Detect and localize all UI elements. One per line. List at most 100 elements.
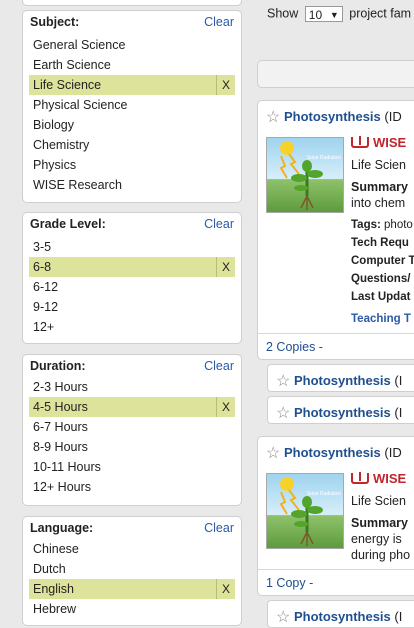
copies-link[interactable]: 2 Copies - bbox=[266, 340, 323, 354]
star-icon[interactable]: ☆ bbox=[266, 445, 280, 462]
subject-remove-button[interactable]: X bbox=[216, 75, 235, 95]
project-thumbnail[interactable]: Solar Radiation bbox=[266, 473, 344, 549]
copy-title-link[interactable]: Photosynthesis bbox=[294, 405, 391, 420]
results-toolbar bbox=[257, 60, 414, 88]
language-option-english-selected[interactable]: English X bbox=[29, 579, 235, 599]
project-source: WISE bbox=[351, 135, 406, 151]
project-subject: Life Scien bbox=[351, 158, 406, 172]
subject-selected-label: Life Science bbox=[33, 78, 102, 92]
grade-filter-header: Grade Level: Clear bbox=[23, 213, 241, 235]
subject-option-earth-science[interactable]: Earth Science bbox=[23, 55, 241, 75]
tech-requirements-label: Tech Requ bbox=[351, 237, 409, 249]
project-title-row: ☆ Photosynthesis (ID bbox=[266, 107, 402, 127]
project-card: ☆ Photosynthesis (ID Solar Radiation WIS… bbox=[257, 436, 414, 596]
teaching-tips-link[interactable]: Teaching T bbox=[351, 311, 411, 327]
chevron-down-icon: ▼ bbox=[329, 10, 339, 20]
subject-clear-link[interactable]: Clear bbox=[204, 15, 234, 29]
language-clear-link[interactable]: Clear bbox=[204, 521, 234, 535]
project-title-row: ☆ Photosynthesis (ID bbox=[266, 443, 402, 463]
duration-option-10-11-hours[interactable]: 10-11 Hours bbox=[23, 457, 241, 477]
duration-option-2-3-hours[interactable]: 2-3 Hours bbox=[23, 377, 241, 397]
questions-label: Questions/ bbox=[351, 273, 411, 285]
duration-selected-label: 4-5 Hours bbox=[33, 400, 88, 414]
subject-option-physics[interactable]: Physics bbox=[23, 155, 241, 175]
subject-option-biology[interactable]: Biology bbox=[23, 115, 241, 135]
duration-clear-link[interactable]: Clear bbox=[204, 359, 234, 373]
subject-option-life-science-selected[interactable]: Life Science X bbox=[29, 75, 235, 95]
star-icon[interactable]: ☆ bbox=[266, 109, 280, 126]
summary-text: energy is bbox=[351, 532, 402, 546]
per-page-suffix: project fam bbox=[349, 6, 412, 21]
plant-sun-illustration bbox=[279, 477, 323, 546]
copy-row[interactable]: ☆ Photosynthesis (I bbox=[267, 600, 414, 628]
filter-sidebar: Subject: Clear General Science Earth Sci… bbox=[0, 0, 252, 626]
grade-option-3-5[interactable]: 3-5 bbox=[23, 237, 241, 257]
per-page-control: Show 10 ▼ project fam bbox=[267, 6, 411, 22]
language-selected-label: English bbox=[33, 582, 74, 596]
per-page-value: 10 bbox=[308, 8, 323, 22]
copies-link[interactable]: 1 Copy - bbox=[266, 576, 313, 590]
subject-filter-header: Subject: Clear bbox=[23, 11, 241, 33]
language-option-hebrew[interactable]: Hebrew bbox=[23, 599, 241, 619]
subject-filter-panel: Subject: Clear General Science Earth Sci… bbox=[22, 10, 242, 203]
duration-option-8-9-hours[interactable]: 8-9 Hours bbox=[23, 437, 241, 457]
results-column: Show 10 ▼ project fam ☆ Photosynthesis (… bbox=[252, 0, 414, 628]
duration-remove-button[interactable]: X bbox=[216, 397, 235, 417]
last-updated-label: Last Updat bbox=[351, 291, 411, 303]
tags-row: Tags: photo bbox=[351, 217, 413, 233]
copy-id: (I bbox=[394, 405, 403, 420]
previous-panel-edge bbox=[22, 0, 242, 6]
duration-option-12-plus-hours[interactable]: 12+ Hours bbox=[23, 477, 241, 497]
star-icon[interactable]: ☆ bbox=[276, 405, 290, 422]
project-id: (ID bbox=[384, 445, 402, 460]
language-filter-panel: Language: Clear Chinese Dutch English X … bbox=[22, 516, 242, 626]
project-thumbnail[interactable]: Solar Radiation bbox=[266, 137, 344, 213]
grade-selected-label: 6-8 bbox=[33, 260, 52, 274]
book-icon bbox=[351, 472, 369, 484]
copy-row[interactable]: ☆ Photosynthesis (I bbox=[267, 396, 414, 424]
duration-option-6-7-hours[interactable]: 6-7 Hours bbox=[23, 417, 241, 437]
language-filter-title: Language: bbox=[30, 521, 94, 535]
project-title-link[interactable]: Photosynthesis bbox=[284, 109, 381, 124]
book-icon bbox=[351, 136, 369, 148]
thumbnail-caption: Solar Radiation bbox=[307, 491, 342, 497]
summary-label: Summary bbox=[351, 516, 408, 530]
duration-option-4-5-hours-selected[interactable]: 4-5 Hours X bbox=[29, 397, 235, 417]
project-title-link[interactable]: Photosynthesis bbox=[284, 445, 381, 460]
copy-id: (I bbox=[394, 373, 403, 388]
grade-option-12-plus[interactable]: 12+ bbox=[23, 317, 241, 337]
grade-option-6-12[interactable]: 6-12 bbox=[23, 277, 241, 297]
card-divider bbox=[258, 333, 414, 334]
grade-option-6-8-selected[interactable]: 6-8 X bbox=[29, 257, 235, 277]
summary-label: Summary bbox=[351, 180, 408, 194]
subject-option-physical-science[interactable]: Physical Science bbox=[23, 95, 241, 115]
star-icon[interactable]: ☆ bbox=[276, 373, 290, 390]
computer-time-label: Computer T bbox=[351, 255, 414, 267]
grade-clear-link[interactable]: Clear bbox=[204, 217, 234, 231]
project-card: ☆ Photosynthesis (ID Solar Radiation WIS… bbox=[257, 100, 414, 360]
star-icon[interactable]: ☆ bbox=[276, 609, 290, 626]
language-filter-header: Language: Clear bbox=[23, 517, 241, 539]
language-option-chinese[interactable]: Chinese bbox=[23, 539, 241, 559]
summary-text-continued: during pho bbox=[351, 548, 411, 562]
per-page-select[interactable]: 10 ▼ bbox=[304, 6, 343, 22]
plant-sun-illustration bbox=[279, 141, 323, 210]
copy-title-link[interactable]: Photosynthesis bbox=[294, 373, 391, 388]
language-option-dutch[interactable]: Dutch bbox=[23, 559, 241, 579]
duration-filter-header: Duration: Clear bbox=[23, 355, 241, 377]
copy-id: (I bbox=[394, 609, 403, 624]
subject-filter-title: Subject: bbox=[30, 15, 80, 29]
source-label: WISE bbox=[373, 471, 407, 486]
language-remove-button[interactable]: X bbox=[216, 579, 235, 599]
grade-option-9-12[interactable]: 9-12 bbox=[23, 297, 241, 317]
subject-option-wise-research[interactable]: WISE Research bbox=[23, 175, 241, 195]
card-divider bbox=[258, 569, 414, 570]
source-label: WISE bbox=[373, 135, 407, 150]
project-subject: Life Scien bbox=[351, 494, 406, 508]
project-source: WISE bbox=[351, 471, 406, 487]
copy-row[interactable]: ☆ Photosynthesis (I bbox=[267, 364, 414, 392]
subject-option-chemistry[interactable]: Chemistry bbox=[23, 135, 241, 155]
grade-remove-button[interactable]: X bbox=[216, 257, 235, 277]
copy-title-link[interactable]: Photosynthesis bbox=[294, 609, 391, 624]
subject-option-general-science[interactable]: General Science bbox=[23, 35, 241, 55]
